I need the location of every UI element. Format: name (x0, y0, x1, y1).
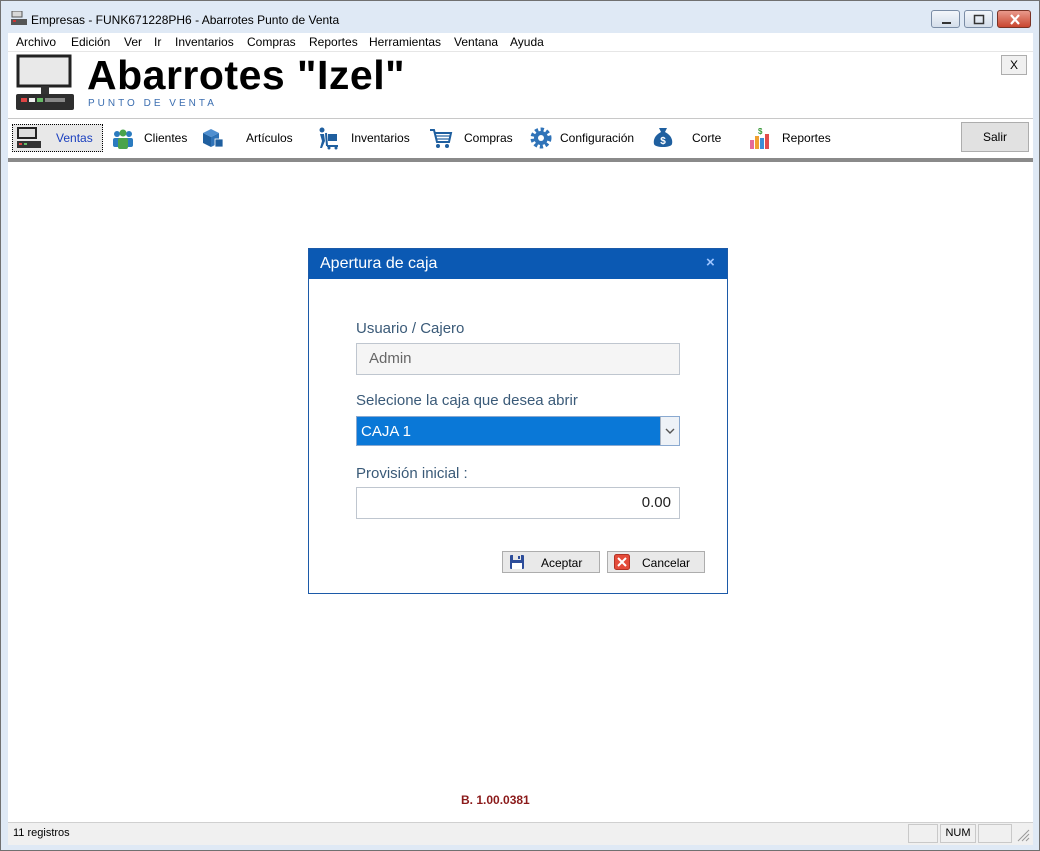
main-toolbar: Ventas Clientes Artículos Inventarios Co… (8, 119, 1033, 157)
user-label: Usuario / Cajero (356, 320, 465, 337)
header-close-button[interactable]: X (1001, 55, 1027, 75)
menu-compras[interactable]: Compras (247, 35, 296, 49)
toolbar-inventarios-label: Inventarios (351, 131, 410, 145)
version-label: B. 1.00.0381 (461, 793, 530, 807)
dialog-header[interactable]: Apertura de caja × (309, 249, 727, 279)
register-select-arrow[interactable] (660, 417, 679, 445)
minimize-icon (942, 22, 951, 24)
cancel-label: Cancelar (642, 556, 691, 570)
records-count: 11 registros (13, 827, 70, 839)
application-window: Empresas - FUNK671228PH6 - Abarrotes Pun… (0, 0, 1040, 851)
dialog-title: Apertura de caja (320, 255, 438, 272)
window-title: Empresas - FUNK671228PH6 - Abarrotes Pun… (31, 13, 340, 27)
menu-edicion[interactable]: Edición (71, 35, 110, 49)
toolbar-configuracion[interactable]: Configuración (529, 119, 639, 155)
menu-ver[interactable]: Ver (124, 35, 142, 49)
exit-button[interactable]: Salir (961, 122, 1029, 152)
cash-register-icon (11, 11, 27, 25)
menu-inventarios[interactable]: Inventarios (175, 35, 234, 49)
menu-ventana[interactable]: Ventana (454, 35, 498, 49)
maximize-button[interactable] (964, 10, 993, 28)
menu-ir[interactable]: Ir (154, 35, 161, 49)
user-field[interactable]: Admin (356, 343, 680, 375)
toolbar-ventas[interactable]: Ventas (12, 124, 103, 152)
menu-reportes[interactable]: Reportes (309, 35, 358, 49)
register-select[interactable]: CAJA 1 (356, 416, 680, 446)
toolbar-clientes[interactable]: Clientes (111, 119, 191, 155)
money-bag-icon: $ (653, 128, 673, 147)
status-bar: 11 registros NUM (8, 822, 1033, 845)
menu-ayuda[interactable]: Ayuda (510, 35, 544, 49)
gear-icon (530, 127, 552, 149)
toolbar-divider (8, 158, 1033, 162)
toolbar-reportes[interactable]: $ Reportes (748, 119, 838, 155)
toolbar-inventarios[interactable]: Inventarios (316, 119, 416, 155)
toolbar-corte[interactable]: $ Corte (651, 119, 731, 155)
bar-chart-icon: $ (750, 127, 769, 149)
toolbar-reportes-label: Reportes (782, 131, 831, 145)
title-bar[interactable]: Empresas - FUNK671228PH6 - Abarrotes Pun… (1, 1, 1039, 33)
toolbar-ventas-label: Ventas (56, 131, 93, 145)
svg-text:$: $ (758, 127, 763, 136)
resize-grip-icon[interactable] (1016, 828, 1030, 842)
cash-register-icon (17, 127, 41, 148)
accept-button[interactable]: Aceptar (502, 551, 600, 573)
svg-text:$: $ (660, 136, 666, 147)
dolly-icon (319, 127, 338, 150)
app-header: Abarrotes "Izel" PUNTO DE VENTA X (8, 52, 1033, 119)
window-close-button[interactable] (997, 10, 1031, 28)
dialog-close-icon[interactable]: × (706, 254, 715, 271)
provision-field[interactable]: 0.00 (356, 487, 680, 519)
accept-label: Aceptar (541, 556, 583, 570)
cart-icon (430, 129, 453, 148)
menu-bar: Archivo Edición Ver Ir Inventarios Compr… (8, 33, 1033, 52)
num-lock-indicator: NUM (940, 824, 976, 843)
people-icon (113, 129, 133, 149)
provision-label: Provisión inicial : (356, 465, 468, 482)
chevron-down-icon (665, 428, 675, 434)
toolbar-configuracion-label: Configuración (560, 131, 635, 145)
brand-title: Abarrotes "Izel" (87, 52, 406, 98)
toolbar-corte-label: Corte (692, 131, 722, 145)
toolbar-clientes-label: Clientes (144, 131, 188, 145)
toolbar-compras[interactable]: Compras (429, 119, 521, 155)
toolbar-articulos[interactable]: Artículos (201, 119, 296, 155)
client-area: Archivo Edición Ver Ir Inventarios Compr… (8, 33, 1033, 845)
menu-archivo[interactable]: Archivo (16, 35, 56, 49)
save-icon (510, 555, 524, 569)
cancel-button[interactable]: Cancelar (607, 551, 705, 573)
status-pane-3 (978, 824, 1012, 843)
cancel-icon (614, 554, 630, 570)
menu-herramientas[interactable]: Herramientas (369, 35, 441, 49)
boxes-icon (203, 129, 224, 148)
toolbar-articulos-label: Artículos (246, 131, 293, 145)
maximize-icon (973, 14, 985, 25)
brand-subtitle: PUNTO DE VENTA (88, 98, 217, 109)
toolbar-compras-label: Compras (464, 131, 513, 145)
register-select-value: CAJA 1 (361, 423, 412, 440)
status-pane-1 (908, 824, 938, 843)
pos-terminal-icon (16, 54, 74, 110)
open-register-dialog: Apertura de caja × Usuario / Cajero Admi… (308, 248, 728, 594)
minimize-button[interactable] (931, 10, 960, 28)
close-icon (1010, 14, 1020, 25)
register-label: Selecione la caja que desea abrir (356, 392, 578, 409)
